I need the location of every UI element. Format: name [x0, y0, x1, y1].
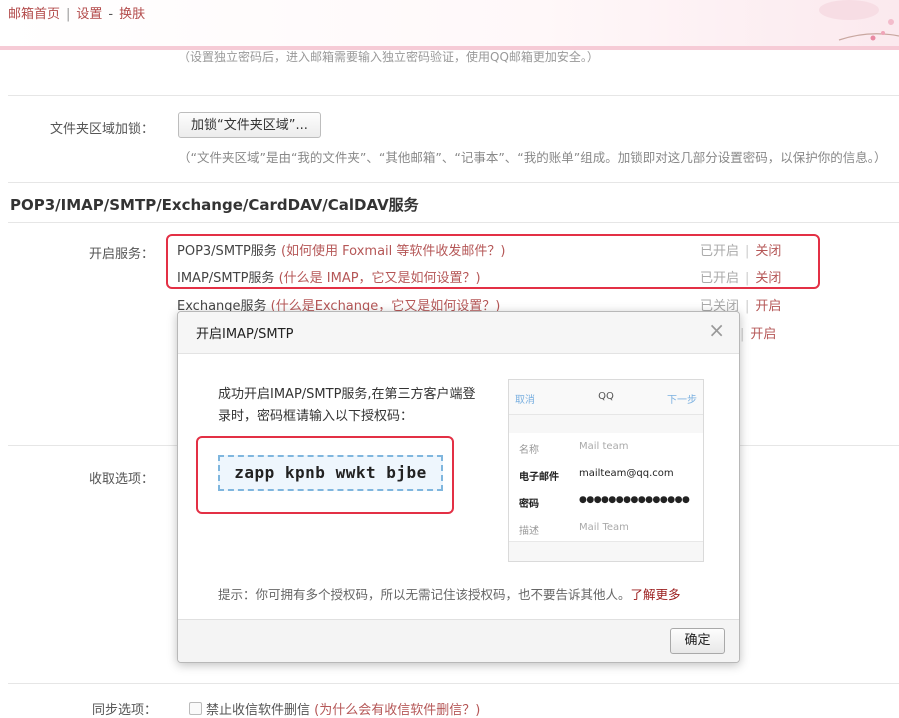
phone-row-description: 描述 Mail Team	[509, 514, 703, 542]
phone-row-password: 密码 ●●●●●●●●●●●●●●●	[509, 487, 703, 515]
folder-lock-hint: （“文件夹区域”是由“我的文件夹”、“其他邮箱”、“记事本”、“我的账单”组成。…	[178, 150, 887, 165]
open-exchange-link[interactable]: 开启	[755, 299, 781, 314]
phone-row-value: Mail team	[579, 441, 629, 452]
confirm-button[interactable]: 确定	[670, 628, 725, 654]
nav-separator: |	[66, 7, 71, 22]
phone-header: 取消 QQ 下一步	[509, 380, 703, 415]
authorization-code[interactable]: zapp kpnb wwkt bjbe	[218, 455, 443, 491]
nav-dash: -	[108, 7, 114, 22]
phone-row-key: 电子邮件	[519, 472, 559, 483]
divider	[8, 683, 899, 684]
learn-more-link[interactable]: 了解更多	[631, 587, 681, 602]
forbid-delete-checkbox[interactable]	[189, 702, 203, 715]
dialog-tip: 提示：你可拥有多个授权码，所以无需记住该授权码，也不要告诉其他人。了解更多	[218, 584, 681, 603]
phone-row-value: Mail Team	[579, 522, 629, 533]
dialog-header: 开启IMAP/SMTP ×	[178, 312, 739, 354]
status-separator: |	[745, 299, 750, 314]
folder-lock-label: 文件夹区域加锁：	[49, 122, 154, 137]
settings-link[interactable]: 设置	[76, 7, 102, 22]
dialog-message: 成功开启IMAP/SMTP服务,在第三方客户端登录时，密码框请输入以下授权码：	[218, 387, 476, 424]
close-icon[interactable]: ×	[708, 320, 725, 340]
forbid-delete-text: 禁止收信软件删信	[206, 703, 311, 718]
open-carddav-link[interactable]: 开启	[750, 327, 776, 342]
phone-row-name: 名称 Mail team	[509, 433, 703, 461]
sync-options-row: 同步选项： 禁止收信软件删信 (为什么会有收信软件删信？)	[92, 699, 480, 718]
top-bar: 邮箱首页 | 设置 - 换肤	[0, 0, 899, 50]
top-nav: 邮箱首页 | 设置 - 换肤	[8, 3, 145, 22]
divider	[8, 182, 899, 183]
sync-options-label: 同步选项：	[92, 703, 158, 718]
phone-row-value: mailteam@qq.com	[579, 468, 674, 479]
independent-password-hint: （设置独立密码后，进入邮箱需要输入独立密码验证，使用QQ邮箱更加安全。）	[178, 50, 599, 64]
dialog-footer: 确定	[178, 619, 739, 662]
phone-row-key: 名称	[519, 445, 539, 456]
divider	[8, 222, 899, 223]
sync-help-link[interactable]: (为什么会有收信软件删信？)	[314, 703, 480, 718]
phone-next-text: 下一步	[667, 395, 697, 406]
dialog-title: 开启IMAP/SMTP	[196, 327, 294, 342]
lock-folder-button[interactable]: 加锁“文件夹区域”...	[178, 112, 321, 138]
change-skin-link[interactable]: 换肤	[119, 7, 145, 22]
divider	[8, 95, 899, 96]
enable-services-label: 开启服务：	[88, 247, 154, 262]
phone-row-value: ●●●●●●●●●●●●●●●	[579, 495, 690, 505]
enable-imap-dialog: 开启IMAP/SMTP × 成功开启IMAP/SMTP服务,在第三方客户端登录时…	[177, 311, 740, 663]
phone-row-key: 密码	[519, 499, 539, 510]
phone-config-illustration: 取消 QQ 下一步 名称 Mail team 电子邮件 mailteam@qq.…	[508, 379, 704, 562]
blossom-decoration-icon	[819, 0, 899, 41]
receive-options-label: 收取选项：	[88, 472, 154, 487]
mail-home-link[interactable]: 邮箱首页	[8, 7, 60, 22]
tip-text: 提示：你可拥有多个授权码，所以无需记住该授权码，也不要告诉其他人。	[218, 587, 631, 602]
phone-row-key: 描述	[519, 526, 539, 537]
status-separator: |	[740, 327, 745, 342]
highlight-box	[166, 234, 820, 289]
section-title: POP3/IMAP/SMTP/Exchange/CardDAV/CalDAV服务	[10, 196, 419, 214]
phone-row-email: 电子邮件 mailteam@qq.com	[509, 460, 703, 488]
